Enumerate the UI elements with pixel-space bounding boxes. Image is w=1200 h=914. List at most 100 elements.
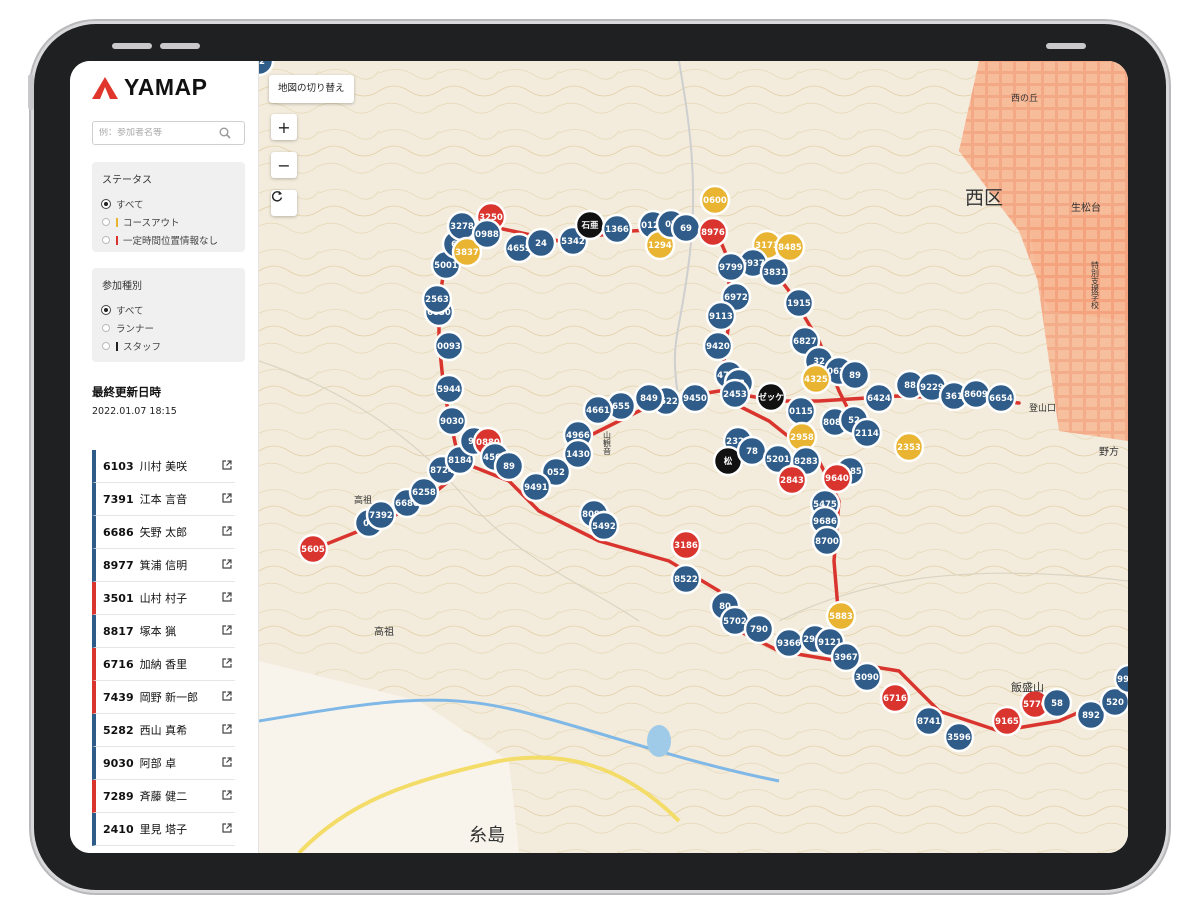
runner-marker[interactable]: 5492: [588, 510, 620, 542]
map[interactable]: 5605017392668662588724818492088045608990…: [259, 61, 1128, 853]
external-link-icon[interactable]: [222, 823, 232, 833]
runner-marker[interactable]: 2114: [851, 417, 883, 449]
runner-marker[interactable]: 3090: [851, 661, 883, 693]
runner-marker[interactable]: 2843: [776, 464, 808, 496]
search-box[interactable]: [92, 121, 245, 145]
external-link-icon[interactable]: [222, 592, 232, 602]
runner-marker[interactable]: 6424: [863, 382, 895, 414]
runner-marker[interactable]: 5605: [297, 533, 329, 565]
runner-marker[interactable]: 9165: [991, 705, 1023, 737]
runner-marker[interactable]: 89: [839, 359, 871, 391]
runner-marker[interactable]: 2563: [421, 283, 453, 315]
radio-button[interactable]: [102, 200, 110, 208]
runner-marker[interactable]: 69: [670, 212, 702, 244]
refresh-button[interactable]: [271, 190, 297, 216]
participation-option-staff[interactable]: スタッフ: [102, 337, 235, 355]
runner-marker[interactable]: 0115: [785, 395, 817, 427]
participant-row[interactable]: 6103 川村 美咲: [92, 450, 235, 483]
external-link-icon[interactable]: [222, 658, 232, 668]
runner-marker[interactable]: 8522: [670, 563, 702, 595]
external-link-icon[interactable]: [222, 559, 232, 569]
zoom-in-button[interactable]: +: [271, 114, 297, 140]
participant-row[interactable]: 7289 斉藤 健二: [92, 780, 235, 813]
radio-button[interactable]: [102, 218, 110, 226]
runner-marker[interactable]: 2353: [893, 431, 925, 463]
place-label-yamakannon: 山観音: [603, 430, 612, 456]
participant-row[interactable]: 8817 塚本 猟: [92, 615, 235, 648]
zoom-out-button[interactable]: −: [271, 152, 297, 178]
runner-marker[interactable]: 849: [633, 382, 665, 414]
runner-marker[interactable]: 8700: [811, 525, 843, 557]
radio-button[interactable]: [102, 306, 110, 314]
external-link-icon[interactable]: [222, 757, 232, 767]
runner-marker[interactable]: 9113: [705, 300, 737, 332]
yamap-logo[interactable]: YAMAP: [92, 74, 207, 101]
participation-option-all[interactable]: すべて: [102, 301, 235, 319]
runner-marker[interactable]: 9420: [702, 330, 734, 362]
radio-button[interactable]: [102, 342, 110, 350]
runner-marker[interactable]: 3596: [943, 721, 975, 753]
runner-marker[interactable]: 8976: [697, 216, 729, 248]
runner-marker[interactable]: 6654: [985, 382, 1017, 414]
participant-row[interactable]: 2410 里見 塔子: [92, 813, 235, 846]
runner-marker[interactable]: 24: [525, 227, 557, 259]
runner-marker[interactable]: 2453: [719, 378, 751, 410]
participant-row[interactable]: 7391 江本 言音: [92, 483, 235, 516]
search-input[interactable]: [99, 128, 219, 138]
status-option-no-location[interactable]: 一定時間位置情報なし: [102, 231, 235, 249]
status-option-all[interactable]: すべて: [102, 195, 235, 213]
radio-button[interactable]: [102, 236, 110, 244]
external-link-icon[interactable]: [222, 625, 232, 635]
participant-row[interactable]: 8977 箕浦 信明: [92, 549, 235, 582]
runner-marker[interactable]: 3186: [670, 529, 702, 561]
runner-marker[interactable]: 9799: [715, 251, 747, 283]
external-link-icon[interactable]: [222, 691, 232, 701]
map-canvas[interactable]: 5605017392668662588724818492088045608990…: [259, 61, 1128, 853]
participant-row[interactable]: 7439 岡野 新一郎: [92, 681, 235, 714]
runner-marker[interactable]: 58: [1041, 687, 1073, 719]
runner-marker[interactable]: 0600: [699, 184, 731, 216]
marker-label: 5883: [829, 612, 853, 622]
runner-marker[interactable]: 9366: [773, 627, 805, 659]
runner-marker[interactable]: 0093: [433, 330, 465, 362]
status-option-courseout[interactable]: コースアウト: [102, 213, 235, 231]
runner-marker[interactable]: 4661: [582, 394, 614, 426]
external-link-icon[interactable]: [222, 526, 232, 536]
runner-marker[interactable]: 8741: [913, 705, 945, 737]
map-switch-button[interactable]: 地図の切り替え: [269, 75, 354, 103]
runner-marker[interactable]: 5883: [825, 600, 857, 632]
runner-marker[interactable]: 9640: [821, 462, 853, 494]
participant-row[interactable]: 6716 加納 香里: [92, 648, 235, 681]
runner-marker[interactable]: 78: [736, 435, 768, 467]
external-link-icon[interactable]: [222, 724, 232, 734]
runner-marker[interactable]: 8609: [960, 378, 992, 410]
participant-row[interactable]: 3501 山村 村子: [92, 582, 235, 615]
search-icon[interactable]: [219, 127, 231, 139]
runner-marker[interactable]: 89: [493, 450, 525, 482]
participant-row[interactable]: 5282 西山 真希: [92, 714, 235, 747]
participant-row[interactable]: 6686 矢野 太郎: [92, 516, 235, 549]
runner-marker[interactable]: 0988: [471, 218, 503, 250]
radio-button[interactable]: [102, 324, 110, 332]
last-updated-value: 2022.01.07 18:15: [92, 406, 177, 417]
participant-row[interactable]: 9030 阿部 卓: [92, 747, 235, 780]
runner-marker[interactable]: 1366: [601, 213, 633, 245]
runner-marker[interactable]: 1915: [783, 287, 815, 319]
runner-marker[interactable]: 5944: [433, 373, 465, 405]
external-link-icon[interactable]: [222, 493, 232, 503]
runner-marker[interactable]: 8485: [774, 231, 806, 263]
external-link-icon[interactable]: [222, 790, 232, 800]
marker-label: 0988: [475, 230, 499, 240]
runner-marker[interactable]: 石亜: [574, 209, 606, 241]
runner-marker[interactable]: 790: [743, 613, 775, 645]
runner-marker[interactable]: ゼッケ: [755, 381, 787, 413]
runner-marker[interactable]: 6716: [879, 682, 911, 714]
runner-marker[interactable]: 3278: [446, 210, 478, 242]
participation-option-runner[interactable]: ランナー: [102, 319, 235, 337]
runner-marker[interactable]: 9450: [679, 382, 711, 414]
runner-marker[interactable]: 9030: [436, 405, 468, 437]
runner-marker[interactable]: 9491: [520, 471, 552, 503]
external-link-icon[interactable]: [222, 460, 232, 470]
runner-marker[interactable]: 4325: [800, 363, 832, 395]
runner-marker[interactable]: 3831: [759, 256, 791, 288]
